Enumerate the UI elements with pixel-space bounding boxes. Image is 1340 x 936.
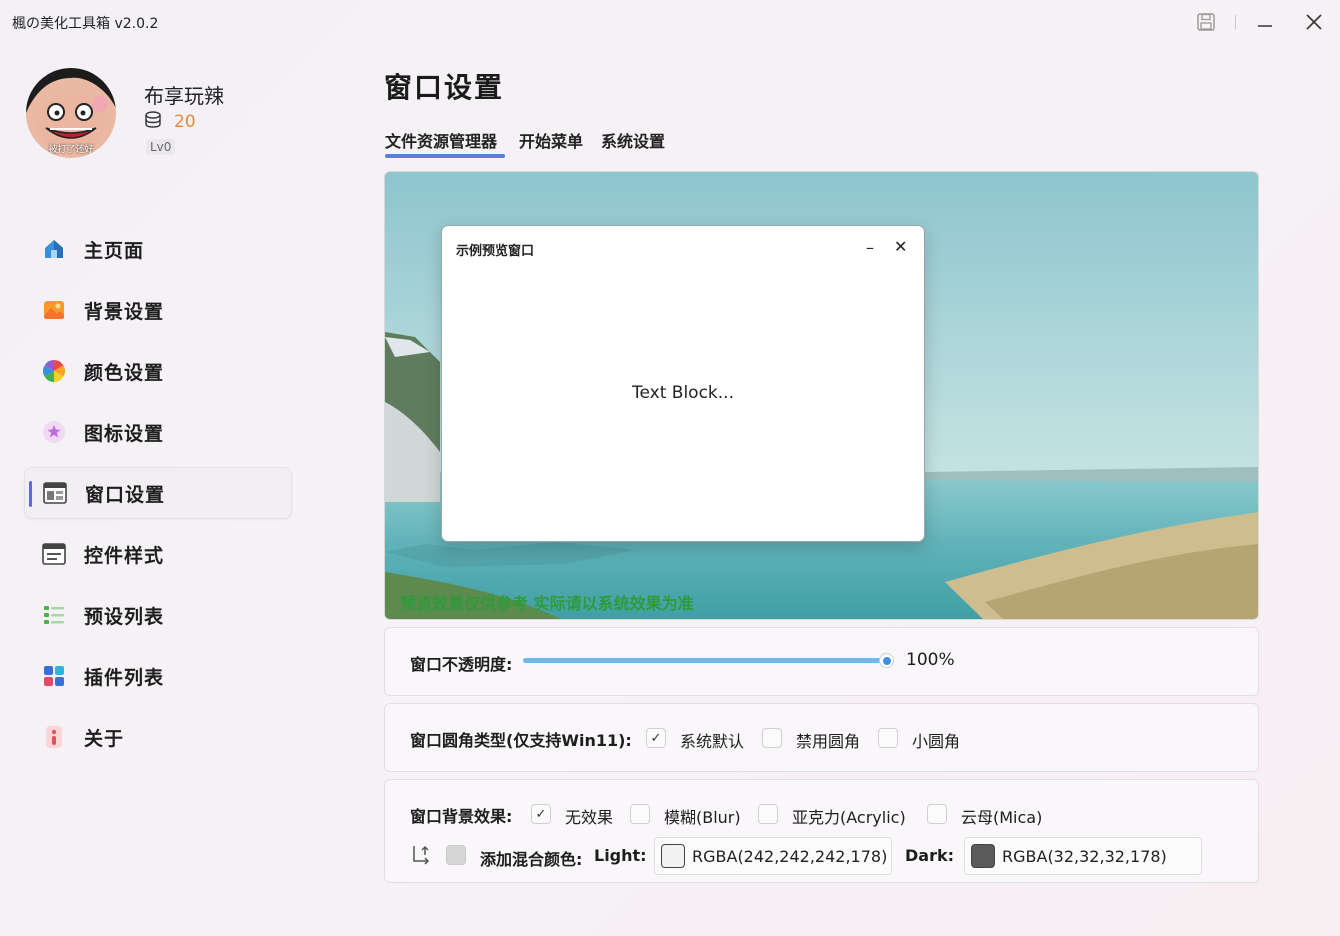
sample-close-icon: ✕ xyxy=(894,237,908,256)
nav-label: 插件列表 xyxy=(84,666,165,689)
opacity-card: 窗口不透明度: 100% xyxy=(384,627,1259,696)
save-icon[interactable] xyxy=(1194,10,1218,34)
nav-item-widget-style[interactable]: 控件样式 xyxy=(24,528,292,580)
nav-item-home[interactable]: 主页面 xyxy=(24,223,292,275)
nav-item-color[interactable]: 颜色设置 xyxy=(24,345,292,397)
nav-item-plugins[interactable]: 插件列表 xyxy=(24,650,292,702)
opacity-slider-thumb[interactable] xyxy=(879,653,894,668)
picture-icon xyxy=(42,298,66,322)
sample-window-title: 示例预览窗口 xyxy=(456,244,535,259)
corner-disabled-checkbox[interactable] xyxy=(762,728,782,748)
blend-arrow-icon xyxy=(410,844,432,870)
nav-label: 颜色设置 xyxy=(84,361,165,384)
nav-item-window[interactable]: 窗口设置 xyxy=(24,467,292,519)
corner-disabled-label: 禁用圆角 xyxy=(796,732,861,751)
dark-label: Dark: xyxy=(905,846,955,865)
opacity-value: 100% xyxy=(906,650,955,670)
tab-file-explorer[interactable]: 文件资源管理器 xyxy=(385,128,497,152)
nav-label: 背景设置 xyxy=(84,300,165,323)
avatar[interactable]: 被打了还好 xyxy=(26,68,116,158)
nav-item-about[interactable]: 关于 xyxy=(24,711,292,763)
avatar-caption: 被打了还好 xyxy=(48,145,94,155)
opacity-label: 窗口不透明度: xyxy=(410,655,513,674)
sample-minimize-icon: – xyxy=(866,238,874,257)
close-icon[interactable] xyxy=(1302,10,1326,34)
color-wheel-icon xyxy=(42,359,66,383)
light-label: Light: xyxy=(594,846,647,865)
apps-icon xyxy=(42,664,66,688)
nav-item-icons[interactable]: 图标设置 xyxy=(24,406,292,458)
light-color-field[interactable]: RGBA(242,242,242,178) xyxy=(654,837,892,875)
level-badge: Lv0 xyxy=(146,139,176,155)
coin-count: 20 xyxy=(174,112,196,132)
title-bar: 楓の美化工具箱 v2.0.2 xyxy=(0,0,1340,44)
widget-icon xyxy=(42,542,66,566)
coins-icon xyxy=(144,110,164,134)
info-icon xyxy=(42,725,66,749)
preview-note: 预览效果仅供参考 实际请以系统效果为准 xyxy=(400,594,694,613)
light-color-value: RGBA(242,242,242,178) xyxy=(692,847,888,866)
preview-panel: 示例预览窗口 – ✕ Text Block... 预览效果仅供参考 实际请以系统… xyxy=(384,171,1259,620)
corner-small-checkbox[interactable] xyxy=(878,728,898,748)
nav-item-background[interactable]: 背景设置 xyxy=(24,284,292,336)
corner-card: 窗口圆角类型(仅支持Win11): ✓ 系统默认 禁用圆角 小圆角 xyxy=(384,703,1259,772)
dark-color-value: RGBA(32,32,32,178) xyxy=(1002,847,1167,866)
home-icon xyxy=(42,237,66,261)
minimize-icon[interactable] xyxy=(1253,10,1277,34)
backdrop-acrylic-checkbox[interactable] xyxy=(758,804,778,824)
backdrop-mica-checkbox[interactable] xyxy=(927,804,947,824)
nav-label: 预设列表 xyxy=(84,605,165,628)
coin-row: 20 xyxy=(144,110,196,134)
app-title: 楓の美化工具箱 v2.0.2 xyxy=(12,16,159,32)
backdrop-blur-label: 模糊(Blur) xyxy=(664,808,741,827)
tab-system-settings[interactable]: 系统设置 xyxy=(601,128,665,152)
sample-preview-window: 示例预览窗口 – ✕ Text Block... xyxy=(441,225,925,542)
backdrop-none-checkbox[interactable]: ✓ xyxy=(531,804,551,824)
backdrop-card: 窗口背景效果: ✓ 无效果 模糊(Blur) 亚克力(Acrylic) 云母(M… xyxy=(384,779,1259,883)
nav-item-presets[interactable]: 预设列表 xyxy=(24,589,292,641)
list-icon xyxy=(42,603,66,627)
opacity-slider-track[interactable] xyxy=(523,658,889,663)
nav-label: 控件样式 xyxy=(84,544,165,567)
backdrop-acrylic-label: 亚克力(Acrylic) xyxy=(792,808,906,827)
backdrop-none-label: 无效果 xyxy=(565,808,614,827)
active-tab-indicator xyxy=(385,154,505,158)
tab-start-menu[interactable]: 开始菜单 xyxy=(519,128,583,152)
light-color-swatch[interactable] xyxy=(661,844,685,868)
corner-small-label: 小圆角 xyxy=(912,732,961,751)
corner-default-label: 系统默认 xyxy=(680,732,745,751)
backdrop-label: 窗口背景效果: xyxy=(410,807,513,826)
backdrop-mica-label: 云母(Mica) xyxy=(961,808,1043,827)
username: 布享玩辣 xyxy=(144,84,224,108)
corner-label: 窗口圆角类型(仅支持Win11): xyxy=(410,731,632,750)
star-icon xyxy=(42,420,66,444)
blend-color-checkbox[interactable] xyxy=(446,845,466,865)
nav-label: 主页面 xyxy=(84,239,145,262)
sample-text-block: Text Block... xyxy=(632,383,734,403)
corner-default-checkbox[interactable]: ✓ xyxy=(646,728,666,748)
backdrop-blur-checkbox[interactable] xyxy=(630,804,650,824)
window-icon xyxy=(43,481,67,505)
titlebar-divider xyxy=(1235,15,1236,29)
dark-color-swatch[interactable] xyxy=(971,844,995,868)
page-title: 窗口设置 xyxy=(384,71,505,104)
dark-color-field[interactable]: RGBA(32,32,32,178) xyxy=(964,837,1202,875)
active-indicator xyxy=(29,481,32,507)
nav-label: 关于 xyxy=(84,727,125,750)
blend-color-label: 添加混合颜色: xyxy=(480,850,583,869)
nav-label: 窗口设置 xyxy=(85,483,166,506)
nav-label: 图标设置 xyxy=(84,422,165,445)
